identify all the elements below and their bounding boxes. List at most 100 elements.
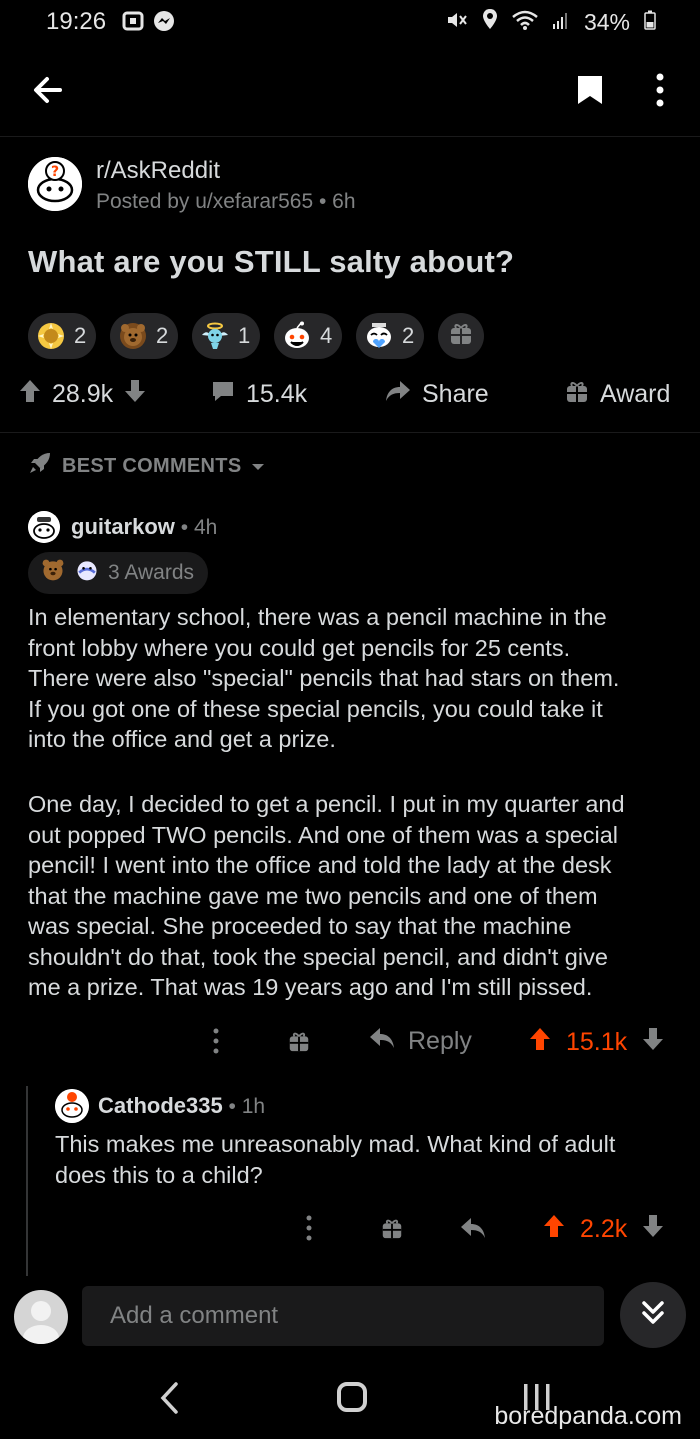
comment-more-icon[interactable] <box>305 1215 313 1246</box>
comment-meta: guitarkow • 4h <box>71 514 218 539</box>
comment-line: does this to a child? <box>55 1161 263 1188</box>
comment-score: 2.2k <box>580 1215 628 1243</box>
comment-line: One day, I decided to get a pencil. I pu… <box>28 791 625 817</box>
posted-by[interactable]: Posted by u/xefarar565 <box>96 190 313 213</box>
wifi-icon <box>512 9 538 36</box>
award-pill[interactable]: 2 <box>28 313 97 359</box>
downvote-arrow-icon[interactable] <box>641 1026 665 1059</box>
location-icon <box>482 8 498 36</box>
comment-line: out popped TWO pencils. And one of them … <box>28 821 619 848</box>
back-arrow-icon[interactable] <box>30 72 66 108</box>
subreddit-name[interactable]: r/AskReddit <box>96 157 220 185</box>
comment-body: One day, I decided to get a pencil. I pu… <box>28 789 688 1003</box>
gift-icon <box>564 378 590 411</box>
post-meta: Posted by u/xefarar565 • 6h <box>96 190 356 213</box>
hug-award-icon <box>74 557 100 589</box>
comment-line: pencil! I went into the office and told … <box>28 852 612 878</box>
signal-icon <box>552 9 570 36</box>
award-pill[interactable]: 1 <box>192 313 261 359</box>
comment-line: that the machine gave me two pencils and… <box>28 882 598 909</box>
add-comment-input[interactable]: Add a comment <box>82 1286 604 1346</box>
award-pill[interactable]: 2 <box>110 313 179 359</box>
comment-more-icon[interactable] <box>212 1028 220 1059</box>
save-bookmark-icon[interactable] <box>576 74 604 106</box>
subreddit-avatar-icon[interactable]: ? <box>28 157 82 211</box>
upvote-arrow-icon[interactable] <box>528 1026 552 1059</box>
bear-award-icon <box>118 321 148 351</box>
comment-count: 15.4k <box>246 380 308 408</box>
svg-text:?: ? <box>51 164 59 180</box>
award-count: 2 <box>402 323 415 348</box>
comment-line: This makes me unreasonably mad. What kin… <box>55 1131 616 1157</box>
give-award-button[interactable] <box>438 313 484 359</box>
downvote-arrow-icon[interactable] <box>641 1213 665 1246</box>
avatar[interactable] <box>28 511 60 543</box>
post-title: What are you STILL salty about? <box>28 244 515 279</box>
award-count: 2 <box>74 323 87 348</box>
comment-bubble-icon <box>210 378 236 411</box>
messenger-notification-icon <box>152 9 176 38</box>
appbar-divider <box>0 136 700 137</box>
post-score: 28.9k <box>52 380 114 408</box>
comment-author[interactable]: Cathode335 <box>98 1093 223 1118</box>
comment-score: 15.1k <box>566 1028 628 1056</box>
section-divider <box>0 432 700 433</box>
comment-line: There were also "special" pencils that h… <box>28 665 620 691</box>
comment-meta: Cathode335 • 1h <box>98 1093 266 1118</box>
award-pill[interactable]: 4 <box>274 313 343 359</box>
more-options-icon[interactable] <box>654 72 666 108</box>
reply-arrow-icon <box>368 1026 396 1057</box>
reply-label: Reply <box>408 1027 472 1055</box>
share-button[interactable]: Share <box>384 378 489 411</box>
comment-line: shouldn't do that, took the special penc… <box>28 943 608 970</box>
comment-line: If you got one of these special pencils,… <box>28 695 603 722</box>
thread-line <box>26 1086 28 1276</box>
comment-line: into the office and get a prize. <box>28 726 336 752</box>
bear-award-icon <box>40 557 66 589</box>
award-button[interactable]: Award <box>564 378 670 411</box>
awards-count-label: 3 Awards <box>108 561 194 584</box>
battery-percent: 34% <box>583 8 630 35</box>
comment-line: was special. She proceeded to say that t… <box>28 913 572 939</box>
award-pill[interactable]: 2 <box>356 313 425 359</box>
post-age: 6h <box>332 190 356 213</box>
award-count: 1 <box>238 323 251 348</box>
comment-age: 4h <box>193 516 218 539</box>
nav-home-icon[interactable] <box>337 1382 367 1412</box>
battery-icon <box>644 9 656 36</box>
double-chevron-down-icon <box>639 1299 667 1332</box>
award-count: 2 <box>156 323 169 348</box>
reply-arrow-icon[interactable] <box>459 1216 487 1245</box>
award-label: Award <box>600 380 671 408</box>
nav-back-icon[interactable] <box>158 1380 180 1421</box>
comment-body: In elementary school, there was a pencil… <box>28 602 688 755</box>
gallery-notification-icon <box>122 10 144 37</box>
vote-group: 28.9k <box>18 378 147 411</box>
comment-award-gift-icon[interactable] <box>287 1029 311 1058</box>
upvote-arrow-icon[interactable] <box>542 1213 566 1246</box>
gift-icon <box>446 318 476 354</box>
upvote-arrow-icon[interactable] <box>18 378 42 411</box>
user-avatar-icon[interactable] <box>14 1290 68 1344</box>
comments-button[interactable]: 15.4k <box>210 378 307 411</box>
angel-award-icon <box>200 321 230 351</box>
share-label: Share <box>422 380 489 408</box>
downvote-arrow-icon[interactable] <box>123 378 147 411</box>
share-arrow-icon <box>384 378 412 411</box>
chevron-down-icon <box>251 455 265 478</box>
wholesome-award-icon <box>364 321 394 351</box>
comment-awards-chip[interactable]: 3 Awards <box>28 552 208 594</box>
comment-author[interactable]: guitarkow <box>71 514 175 539</box>
avatar[interactable] <box>55 1089 89 1123</box>
gold-award-icon <box>36 321 66 351</box>
comment-age: 1h <box>241 1095 266 1118</box>
comment-line: front lobby where you could get pencils … <box>28 634 571 661</box>
comment-award-gift-icon[interactable] <box>380 1216 404 1245</box>
reply-button[interactable]: Reply <box>368 1026 472 1057</box>
sort-dropdown[interactable]: BEST COMMENTS <box>28 451 265 481</box>
watermark: boredpanda.com <box>494 1402 682 1430</box>
jump-to-next-button[interactable] <box>620 1282 686 1348</box>
mute-icon <box>446 9 468 36</box>
comment-vote-group: 2.2k <box>542 1213 665 1246</box>
comment-line: In elementary school, there was a pencil… <box>28 604 607 630</box>
